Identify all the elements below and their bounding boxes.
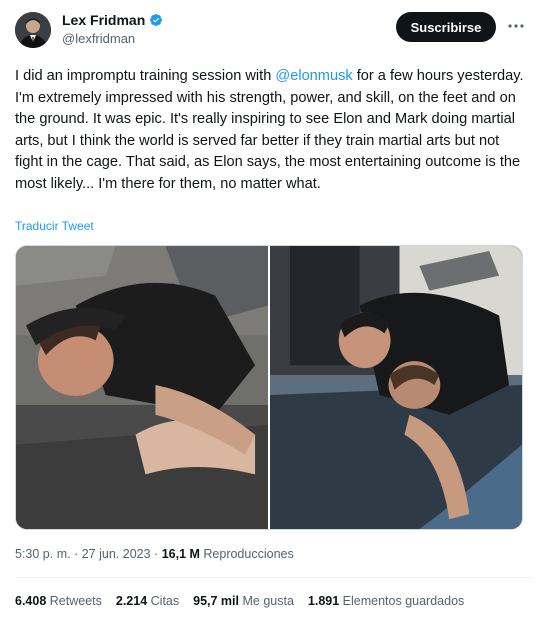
retweets-label: Retweets [49, 594, 102, 608]
meta-separator: · [74, 547, 79, 561]
author-handle[interactable]: @lexfridman [62, 31, 135, 46]
tweet-time[interactable]: 5:30 p. m. [15, 547, 71, 561]
avatar-image [15, 12, 51, 48]
views-label: Reproducciones [203, 547, 294, 561]
tweet-date[interactable]: 27 jun. 2023 [82, 547, 151, 561]
stat-quotes[interactable]: 2.214 Citas [116, 594, 179, 608]
translate-tweet-link[interactable]: Traducir Tweet [15, 219, 94, 233]
meta-separator-2: · [154, 547, 159, 561]
bookmarks-count: 1.891 [307, 594, 340, 608]
verified-badge-icon [149, 13, 163, 27]
mention-link[interactable]: @elonmusk [275, 68, 352, 84]
bookmarks-label: Elementos guardados [342, 594, 465, 608]
likes-count: 95,7 mil [193, 594, 239, 608]
views-count: 16,1 M [161, 547, 200, 561]
retweets-count: 6.408 [15, 594, 47, 608]
subscribe-button[interactable]: Suscribirse [396, 12, 496, 42]
engagement-stats: 6.408 Retweets 2.214 Citas 95,7 mil Me g… [15, 594, 464, 608]
likes-label: Me gusta [242, 594, 294, 608]
quotes-count: 2.214 [115, 594, 148, 608]
quotes-label: Citas [150, 594, 180, 608]
tweet-meta: 5:30 p. m. · 27 jun. 2023 · 16,1 M Repro… [15, 547, 294, 561]
author-display-name[interactable]: Lex Fridman [62, 12, 145, 28]
author-avatar[interactable] [15, 12, 51, 48]
more-options-icon[interactable] [505, 15, 527, 37]
media-grid [15, 245, 523, 530]
tweet-text-end: for a few hours yesterday. I'm extremely… [15, 68, 524, 192]
stat-likes[interactable]: 95,7 mil Me gusta [193, 594, 294, 608]
tweet-text: I did an impromptu training session with… [15, 66, 530, 195]
author-name-row[interactable]: Lex Fridman [62, 12, 163, 28]
divider [15, 577, 533, 578]
media-photo-1[interactable] [16, 246, 268, 529]
media-photo-2[interactable] [270, 246, 522, 529]
stat-retweets[interactable]: 6.408 Retweets [15, 594, 102, 608]
tweet-text-start: I did an impromptu training session with [15, 68, 276, 84]
tweet-card: Lex Fridman @lexfridman Suscribirse I di… [0, 0, 548, 620]
stat-bookmarks[interactable]: 1.891 Elementos guardados [308, 594, 464, 608]
